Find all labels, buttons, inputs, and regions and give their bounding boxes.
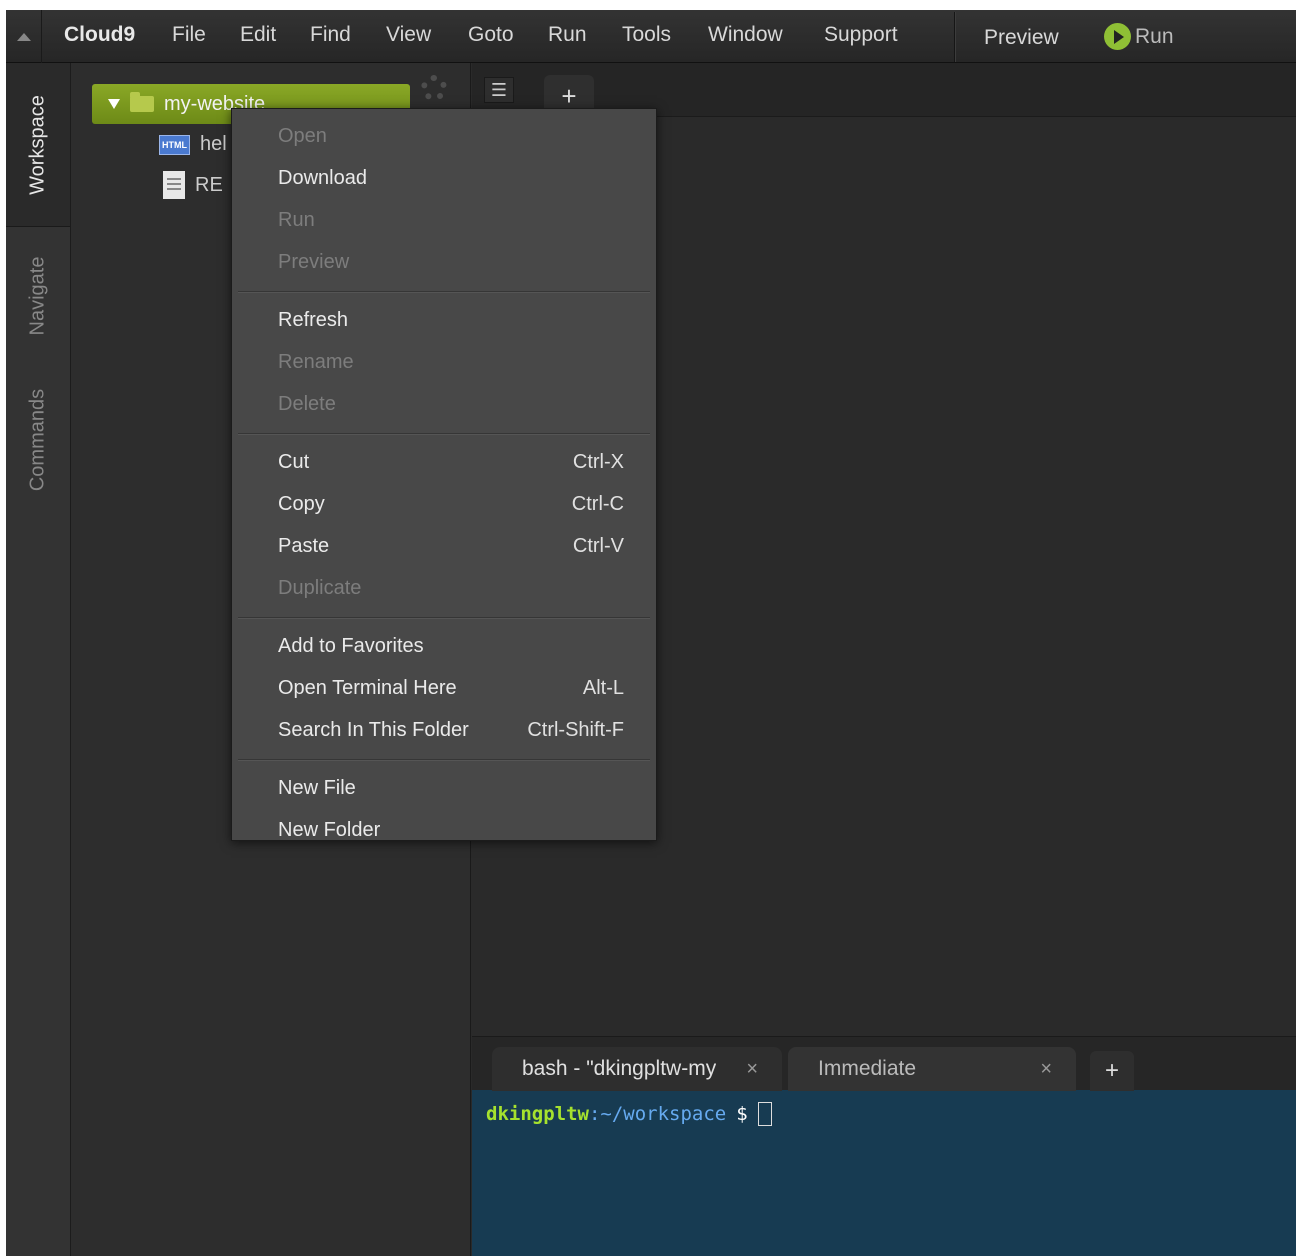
html-file-icon: HTML: [159, 134, 190, 155]
menubar: Cloud9 File Edit Find View Goto Run Tool…: [6, 10, 1296, 63]
tab-navigate[interactable]: Navigate: [6, 228, 70, 364]
menubar-divider: [954, 12, 955, 62]
tab-list-button[interactable]: ☰: [484, 77, 514, 103]
run-button[interactable]: Run: [1104, 10, 1174, 63]
preview-button[interactable]: Preview: [984, 13, 1059, 63]
side-tab-bar: Workspace Navigate Commands: [6, 63, 71, 1256]
menu-item-paste[interactable]: Paste Ctrl-V: [278, 525, 624, 567]
tree-file-label: hel: [200, 133, 227, 155]
folder-icon: [130, 92, 154, 112]
menu-divider: [238, 433, 650, 435]
menu-cloud9[interactable]: Cloud9: [64, 10, 135, 60]
menu-tools[interactable]: Tools: [622, 10, 671, 60]
menu-item-copy[interactable]: Copy Ctrl-C: [278, 483, 624, 525]
tab-workspace[interactable]: Workspace: [6, 63, 70, 227]
menu-item-shortcut: Ctrl-Shift-F: [527, 718, 624, 741]
menu-window[interactable]: Window: [708, 10, 783, 60]
menu-item-cut[interactable]: Cut Ctrl-X: [278, 441, 624, 483]
menu-item-delete: Delete: [278, 383, 624, 425]
new-terminal-button[interactable]: +: [1090, 1051, 1134, 1091]
console-tab-immediate[interactable]: Immediate ×: [788, 1047, 1076, 1091]
menu-item-duplicate: Duplicate: [278, 567, 624, 609]
console-tab-bar: bash - "dkingpltw-mу × Immediate × +: [472, 1036, 1296, 1091]
menu-find[interactable]: Find: [310, 10, 351, 60]
console-panel: bash - "dkingpltw-mу × Immediate × + dki…: [472, 1036, 1296, 1256]
tree-file-label: RE: [195, 173, 223, 196]
menu-item-label: Preview: [278, 250, 350, 273]
terminal-prompt[interactable]: dkingpltw:~/workspace $: [486, 1102, 772, 1126]
collapse-button[interactable]: [6, 10, 42, 63]
menu-edit[interactable]: Edit: [240, 10, 276, 60]
menu-item-shortcut: Ctrl-V: [572, 534, 624, 557]
caret-up-icon: [16, 32, 31, 41]
menu-file[interactable]: File: [172, 10, 206, 60]
console-tab-label: Immediate: [818, 1057, 917, 1080]
menu-item-label: Rename: [278, 350, 354, 373]
menu-goto[interactable]: Goto: [468, 10, 514, 60]
menu-item-shortcut: Ctrl-C: [571, 492, 624, 515]
menu-item-label: Open: [278, 124, 327, 147]
menu-item-label: New Folder: [278, 818, 381, 841]
menu-item-label: Copy: [278, 492, 325, 515]
menu-item-label: Download: [278, 166, 367, 189]
menu-item-shortcut: Alt-L: [582, 676, 624, 699]
tab-workspace-label: Workspace: [26, 94, 49, 195]
menu-divider: [238, 291, 650, 293]
menu-item-shortcut: Ctrl-X: [572, 450, 624, 473]
menu-item-label: Open Terminal Here: [278, 676, 457, 699]
caret-down-icon[interactable]: [108, 99, 120, 109]
menu-item-label: Add to Favorites: [278, 634, 424, 657]
menu-item-label: Refresh: [278, 308, 349, 331]
close-icon[interactable]: ×: [746, 1058, 758, 1081]
gear-icon[interactable]: [421, 75, 447, 101]
menu-item-label: Duplicate: [278, 576, 362, 599]
menu-item-download[interactable]: Download: [278, 157, 624, 199]
terminal-cursor: [757, 1102, 772, 1126]
menu-item-label: Search In This Folder: [278, 718, 469, 741]
menu-item-new-file[interactable]: New File: [278, 767, 624, 809]
menu-run[interactable]: Run: [548, 10, 587, 60]
close-icon[interactable]: ×: [1040, 1058, 1052, 1081]
prompt-user: dkingpltw: [486, 1103, 589, 1125]
prompt-path: :~/workspace: [588, 1103, 727, 1125]
list-icon: ☰: [490, 79, 508, 100]
menu-item-run: Run: [278, 199, 624, 241]
context-menu: Open Download Run Preview Refresh Rename Delet…: [231, 108, 657, 841]
menu-item-label: New File: [278, 776, 356, 799]
play-icon: [1104, 23, 1131, 50]
tab-commands[interactable]: Commands: [6, 365, 70, 515]
menu-item-label: Run: [278, 208, 315, 231]
menu-item-refresh[interactable]: Refresh: [278, 299, 624, 341]
menu-item-label: Cut: [278, 450, 310, 473]
menu-item-search-in-this-folder[interactable]: Search In This Folder Ctrl-Shift-F: [278, 709, 624, 751]
run-button-label: Run: [1135, 24, 1174, 48]
menu-item-open: Open: [278, 115, 624, 157]
menu-item-rename: Rename: [278, 341, 624, 383]
menu-divider: [238, 617, 650, 619]
tree-file-readme[interactable]: RE: [163, 171, 223, 199]
menu-item-add-to-favorites[interactable]: Add to Favorites: [278, 625, 624, 667]
menu-item-label: Delete: [278, 392, 336, 415]
menu-view[interactable]: View: [386, 10, 431, 60]
menu-item-preview: Preview: [278, 241, 624, 283]
tree-file-html[interactable]: HTML hel: [159, 133, 227, 156]
document-icon: [163, 171, 185, 199]
menu-item-new-folder[interactable]: New Folder: [278, 809, 624, 851]
tab-navigate-label: Navigate: [26, 256, 49, 336]
tab-commands-label: Commands: [26, 388, 49, 492]
menu-support[interactable]: Support: [824, 10, 898, 60]
prompt-symbol: $: [736, 1103, 748, 1125]
console-tab-bash[interactable]: bash - "dkingpltw-mу ×: [492, 1047, 782, 1091]
menu-item-label: Paste: [278, 534, 330, 557]
menu-divider: [238, 759, 650, 761]
menu-item-open-terminal-here[interactable]: Open Terminal Here Alt-L: [278, 667, 624, 709]
console-tab-label: bash - "dkingpltw-mу: [522, 1057, 717, 1080]
